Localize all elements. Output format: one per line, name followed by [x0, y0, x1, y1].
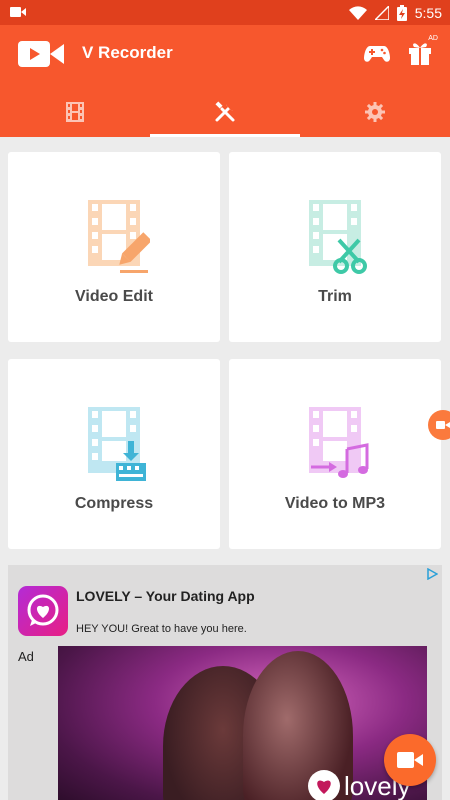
- gear-icon: [365, 102, 385, 122]
- heart-chat-icon: [27, 594, 59, 626]
- tab-videos[interactable]: [0, 87, 150, 137]
- gift-icon: [409, 43, 431, 65]
- compress-card[interactable]: Compress: [8, 359, 220, 549]
- trim-label: Trim: [318, 288, 352, 305]
- ad-tagline: HEY YOU! Great to have you here.: [76, 623, 247, 635]
- clock: 5:55: [414, 5, 442, 21]
- tools-icon: [215, 101, 235, 122]
- ad-app-icon: [18, 586, 68, 636]
- app-logo-icon: [18, 41, 64, 67]
- heart-icon: [308, 770, 340, 800]
- video-camera-icon: [397, 752, 423, 768]
- video-edit-card[interactable]: Video Edit: [8, 152, 220, 342]
- compress-label: Compress: [74, 495, 154, 512]
- ad-title: LOVELY – Your Dating App: [76, 588, 255, 604]
- ad-image[interactable]: lovely: [58, 646, 427, 800]
- active-tab-indicator: [150, 134, 300, 137]
- ad-label: Ad: [18, 649, 34, 664]
- tab-bar: [0, 87, 450, 137]
- tab-tools[interactable]: [150, 87, 300, 137]
- wifi-icon: [348, 6, 367, 20]
- video-recording-icon: [10, 7, 26, 17]
- video-to-mp3-label: Video to MP3: [284, 495, 386, 512]
- trim-icon: [309, 200, 367, 274]
- film-icon: [66, 102, 84, 122]
- tab-settings[interactable]: [300, 87, 450, 137]
- video-edit-icon: [88, 200, 150, 273]
- camera-icon: [436, 421, 450, 429]
- gamepad-icon[interactable]: [364, 42, 390, 64]
- video-to-mp3-icon: [309, 407, 369, 478]
- app-title: V Recorder: [82, 43, 173, 62]
- ad-choices-icon[interactable]: [426, 568, 438, 580]
- status-bar: 5:55: [0, 0, 450, 25]
- compress-icon: [88, 407, 146, 481]
- floating-record-bubble[interactable]: [428, 410, 450, 440]
- record-fab[interactable]: [384, 734, 436, 786]
- signal-icon: [374, 6, 389, 20]
- ad-banner[interactable]: LOVELY – Your Dating App HEY YOU! Great …: [8, 565, 442, 800]
- battery-charging-icon: [396, 5, 407, 21]
- trim-card[interactable]: Trim: [229, 152, 441, 342]
- gift-button[interactable]: AD: [408, 35, 438, 65]
- app-bar: V Recorder AD: [0, 25, 450, 137]
- gift-ad-badge: AD: [428, 35, 438, 42]
- video-edit-label: Video Edit: [75, 288, 153, 305]
- video-to-mp3-card[interactable]: Video to MP3: [229, 359, 441, 549]
